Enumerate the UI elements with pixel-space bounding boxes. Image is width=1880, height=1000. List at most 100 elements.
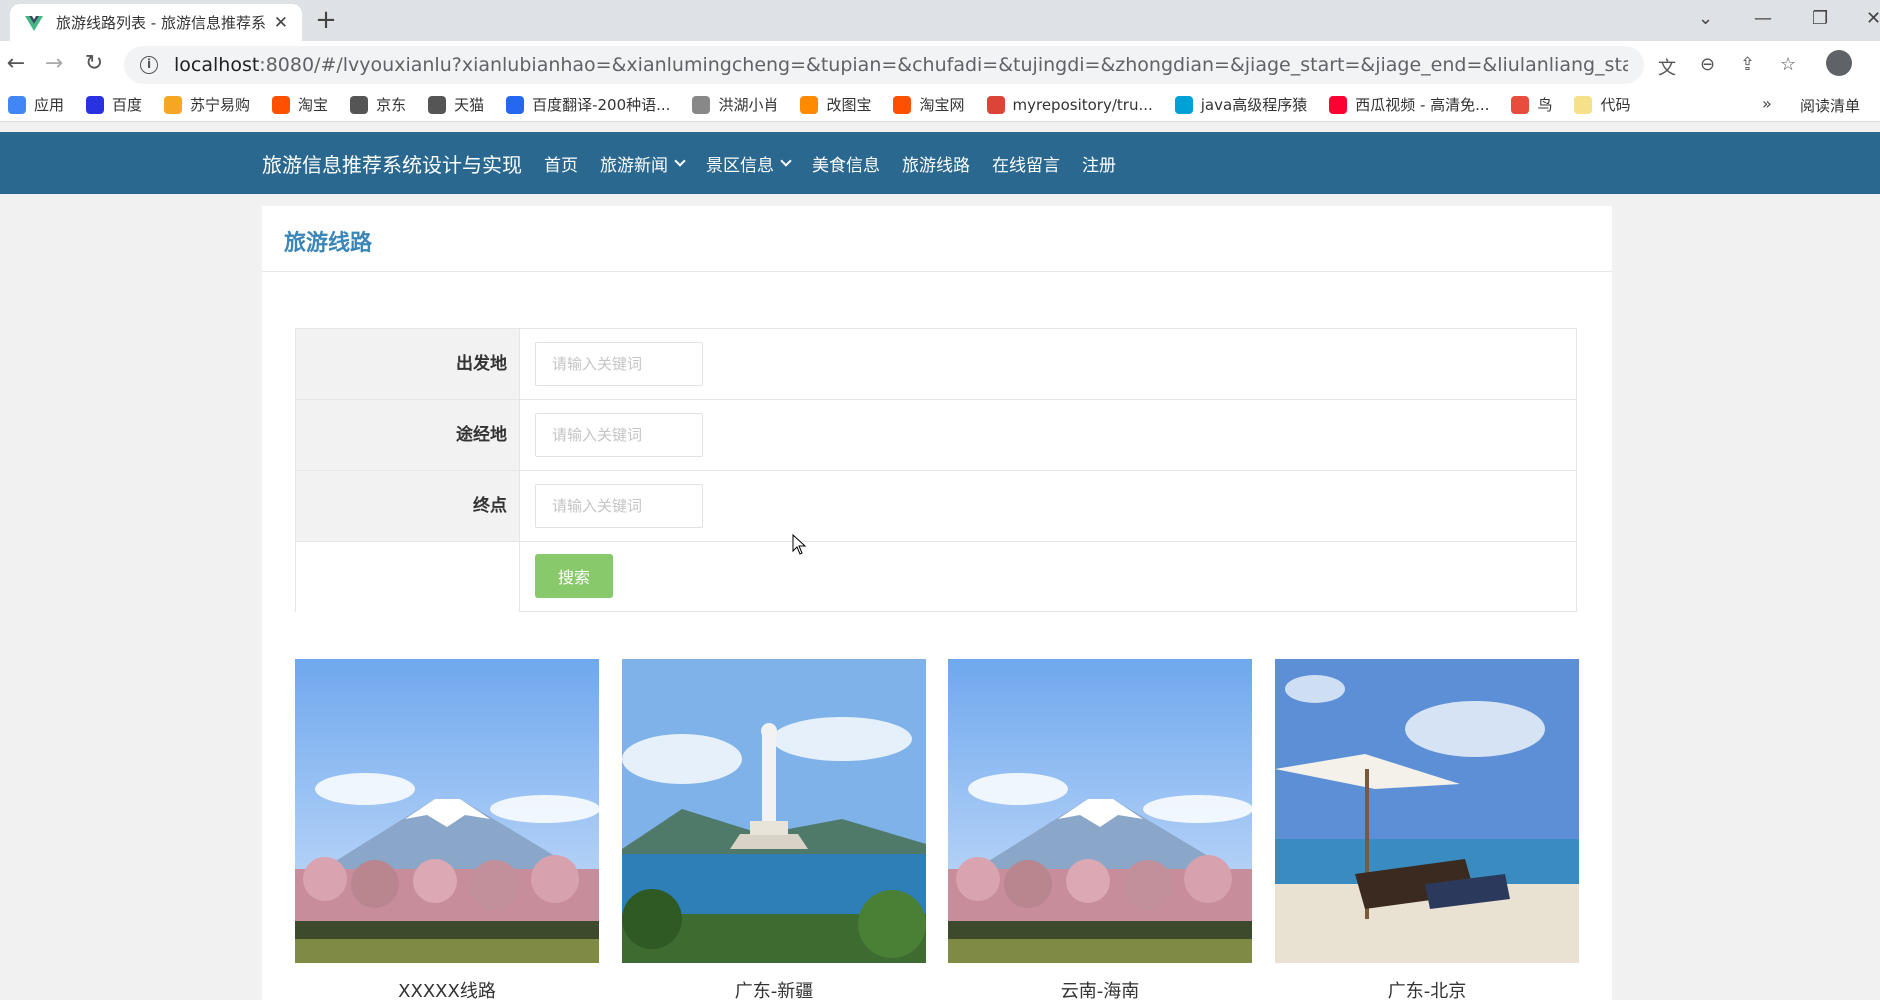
bookmark-item[interactable]: myrepository/tru...: [986, 95, 1153, 114]
bookmark-label: 西瓜视频 - 高清免...: [1355, 96, 1490, 114]
nav-item[interactable]: 旅游线路: [902, 151, 970, 176]
bookmark-item[interactable]: 洪湖小肖: [692, 94, 778, 115]
route-name[interactable]: 云南-海南: [948, 977, 1252, 1000]
bookmark-label: 京东: [376, 96, 407, 114]
chevron-down-icon: [780, 154, 792, 167]
bookmark-star-icon[interactable]: ☆: [1780, 54, 1796, 75]
site-info-icon[interactable]: i: [140, 56, 158, 74]
bookmark-item[interactable]: java高级程序猿: [1174, 94, 1308, 115]
profile-avatar-icon[interactable]: [1826, 50, 1852, 76]
form-row-via: 途经地: [296, 400, 1576, 471]
browser-tab[interactable]: 旅游线路列表 - 旅游信息推荐系统 ✕: [10, 4, 302, 41]
reading-list-button[interactable]: 阅读清单: [1800, 95, 1860, 116]
bookmark-label: 苏宁易购: [190, 96, 251, 114]
route-card[interactable]: 广东-新疆: [622, 659, 926, 1000]
chevron-down-icon: [674, 154, 686, 167]
destination-input[interactable]: [535, 484, 703, 528]
departure-input[interactable]: [535, 342, 703, 386]
route-card[interactable]: 云南-海南: [948, 659, 1252, 1000]
close-tab-icon[interactable]: ✕: [274, 13, 288, 33]
bookmark-item[interactable]: 代码: [1574, 94, 1631, 115]
bookmark-favicon-icon: [1511, 95, 1530, 114]
bookmark-item[interactable]: 应用: [8, 94, 64, 115]
bookmark-item[interactable]: 苏宁易购: [164, 94, 250, 115]
bookmark-item[interactable]: 京东: [350, 94, 406, 115]
actions-label-cell: [296, 542, 520, 612]
vue-logo-icon: [25, 15, 43, 31]
nav-item[interactable]: 景区信息: [706, 151, 792, 176]
bookmark-label: 代码: [1600, 96, 1631, 114]
route-image-statue[interactable]: [622, 659, 926, 963]
address-bar-row: ← → ↻ i localhost:8080/#/lvyouxianlu?xia…: [0, 41, 1880, 88]
nav-item[interactable]: 旅游新闻: [600, 151, 686, 176]
bookmark-favicon-icon: [986, 95, 1005, 114]
url-field[interactable]: i localhost:8080/#/lvyouxianlu?xianlubia…: [124, 46, 1644, 84]
bookmark-favicon-icon: [893, 95, 912, 114]
bookmark-favicon-icon: [272, 95, 291, 114]
form-row-departure: 出发地: [296, 329, 1576, 400]
nav-item-label: 旅游新闻: [600, 155, 668, 176]
restore-icon[interactable]: ❐: [1812, 8, 1828, 29]
site-brand[interactable]: 旅游信息推荐系统设计与实现: [262, 149, 522, 178]
route-image-mountain[interactable]: [948, 659, 1252, 963]
nav-item-label: 景区信息: [706, 155, 774, 176]
bookmark-favicon-icon: [428, 95, 447, 114]
bookmark-item[interactable]: 淘宝: [272, 94, 328, 115]
nav-item-label: 美食信息: [812, 155, 880, 176]
close-window-icon[interactable]: ✕: [1866, 8, 1880, 29]
reload-icon[interactable]: ↻: [80, 51, 108, 76]
bookmark-favicon-icon: [86, 95, 105, 114]
bookmark-item[interactable]: 百度: [86, 94, 142, 115]
bookmark-label: 百度翻译-200种语...: [532, 96, 671, 114]
route-name[interactable]: XXXXX线路: [295, 977, 599, 1000]
bookmark-item[interactable]: 淘宝网: [893, 94, 965, 115]
bookmark-label: 应用: [34, 96, 65, 114]
nav-item[interactable]: 注册: [1082, 151, 1116, 176]
bookmark-favicon-icon: [506, 95, 525, 114]
route-card[interactable]: XXXXX线路: [295, 659, 599, 1000]
bookmark-label: 天猫: [454, 96, 485, 114]
mouse-cursor-icon: [792, 534, 807, 555]
url-text: localhost:8080/#/lvyouxianlu?xianlubianh…: [174, 54, 1628, 76]
nav-item-label: 首页: [544, 155, 578, 176]
route-image-beach[interactable]: [1275, 659, 1579, 963]
page-title: 旅游线路: [262, 206, 1612, 272]
bookmark-favicon-icon: [8, 95, 26, 114]
form-row-actions: 搜索: [296, 542, 1576, 613]
route-name[interactable]: 广东-北京: [1275, 977, 1579, 1000]
bookmark-item[interactable]: 西瓜视频 - 高清免...: [1329, 94, 1489, 115]
share-icon[interactable]: ⇪: [1740, 54, 1755, 75]
tab-search-icon[interactable]: ⌄: [1698, 8, 1713, 29]
nav-item[interactable]: 美食信息: [812, 151, 880, 176]
minimize-icon[interactable]: —: [1754, 8, 1772, 29]
route-card[interactable]: 广东-北京: [1275, 659, 1579, 1000]
tab-title: 旅游线路列表 - 旅游信息推荐系统: [56, 14, 266, 32]
bookmark-item[interactable]: 百度翻译-200种语...: [506, 94, 670, 115]
nav-item[interactable]: 在线留言: [992, 151, 1060, 176]
nav-item-label: 在线留言: [992, 155, 1060, 176]
route-list: XXXXX线路 广东-新疆 云南-海南 广东-北京: [295, 659, 1585, 1000]
via-input[interactable]: [535, 413, 703, 457]
zoom-icon[interactable]: ⊖: [1700, 54, 1715, 75]
forward-icon[interactable]: →: [40, 51, 68, 76]
bookmark-item[interactable]: 鸟: [1511, 94, 1552, 115]
new-tab-icon[interactable]: +: [312, 6, 340, 34]
bookmark-favicon-icon: [1574, 95, 1593, 114]
translate-icon[interactable]: 文: [1658, 54, 1676, 80]
via-label: 途经地: [296, 400, 520, 470]
route-image-mountain[interactable]: [295, 659, 599, 963]
destination-label: 终点: [296, 471, 520, 541]
bookmark-label: 淘宝网: [919, 96, 965, 114]
bookmarks-overflow-icon[interactable]: »: [1762, 94, 1772, 113]
bookmark-item[interactable]: 改图宝: [800, 94, 871, 115]
bookmark-label: 洪湖小肖: [718, 96, 779, 114]
bookmark-favicon-icon: [692, 95, 711, 114]
route-name[interactable]: 广东-新疆: [622, 977, 926, 1000]
nav-item[interactable]: 首页: [544, 151, 578, 176]
bookmark-item[interactable]: 天猫: [428, 94, 484, 115]
search-button[interactable]: 搜索: [535, 554, 613, 598]
bookmark-label: java高级程序猿: [1200, 96, 1308, 114]
bookmark-favicon-icon: [350, 95, 369, 114]
bookmark-label: 淘宝: [298, 96, 329, 114]
back-icon[interactable]: ←: [2, 51, 30, 76]
